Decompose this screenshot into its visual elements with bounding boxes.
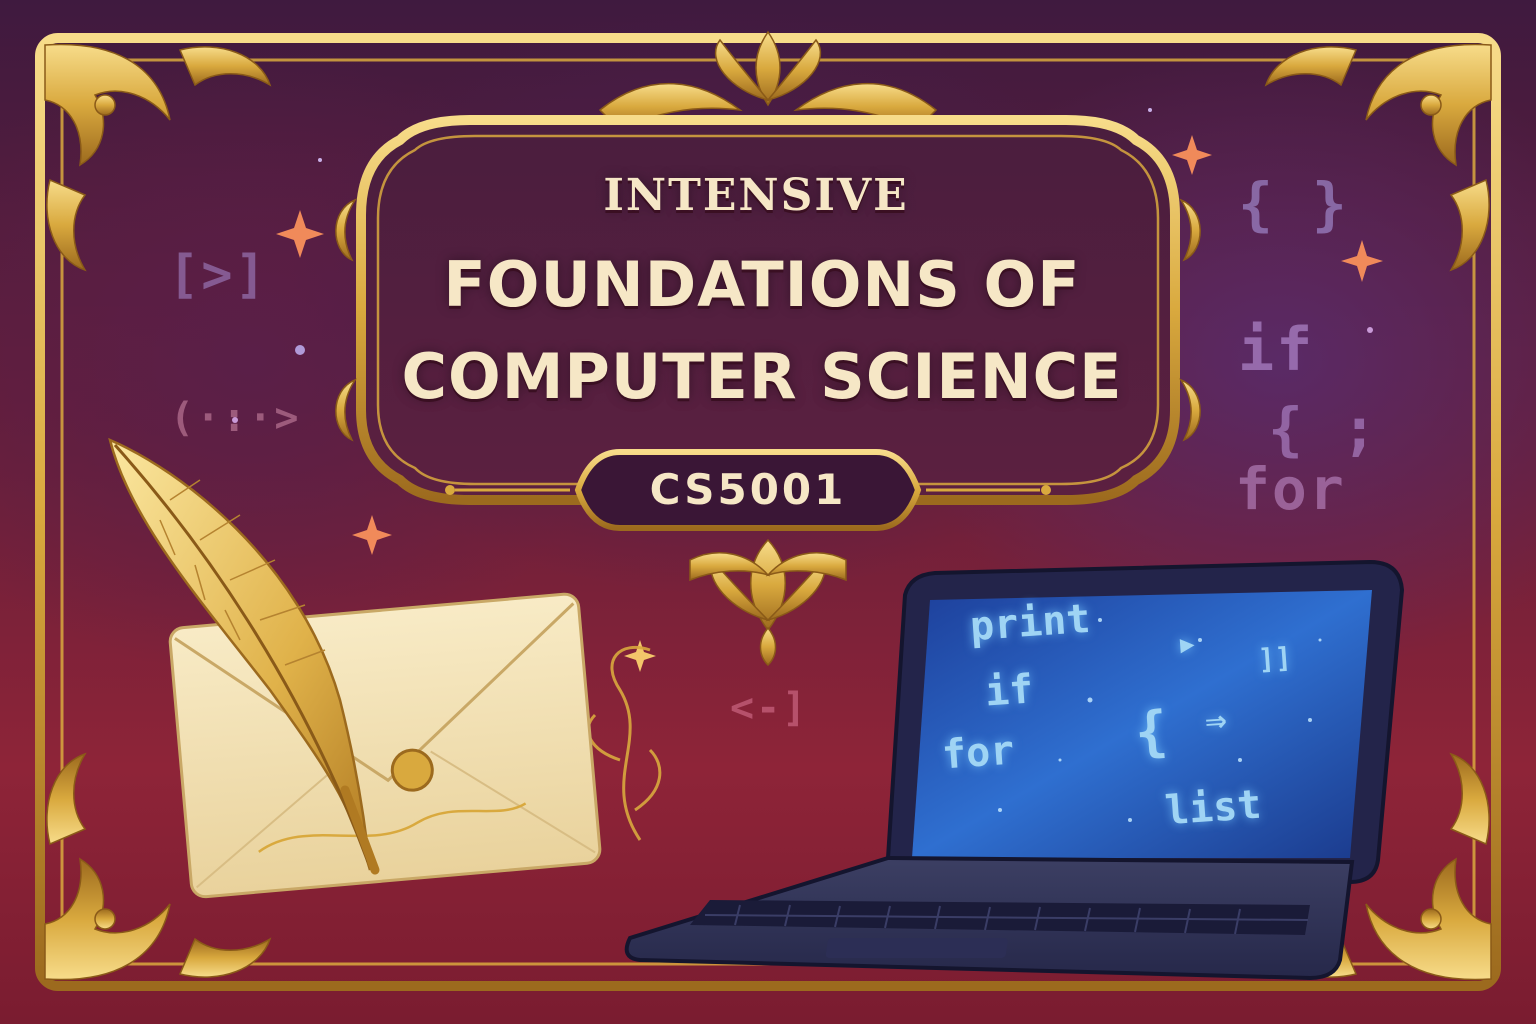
bottom-fleur-crest xyxy=(689,538,847,667)
title-line-2: FOUNDATIONS OF xyxy=(443,248,1081,321)
screen-code-list: list xyxy=(1163,781,1263,835)
screen-code-if: if xyxy=(983,666,1035,716)
corner-flourish-top-left xyxy=(44,43,272,272)
screen-code-brace: { xyxy=(1132,698,1170,765)
screen-code-for: for xyxy=(940,727,1016,779)
background-code-left-arrow: <-] xyxy=(730,685,809,731)
golden-vines xyxy=(586,645,662,841)
title-card: [>] (·:·> { } if { ; for <-] INTENSIVE F… xyxy=(0,0,1536,1024)
screen-code-brackets: ]] xyxy=(1256,640,1293,677)
title-line-3: COMPUTER SCIENCE xyxy=(401,340,1123,413)
title-line-1: INTENSIVE xyxy=(603,170,909,221)
background-code-for: for xyxy=(1235,455,1346,523)
course-code: CS5001 xyxy=(649,465,847,514)
play-icon: ▶ xyxy=(1179,629,1196,659)
screen-code-arrow-icon: ⇒ xyxy=(1203,699,1229,742)
screen-code-print: print xyxy=(968,595,1092,651)
